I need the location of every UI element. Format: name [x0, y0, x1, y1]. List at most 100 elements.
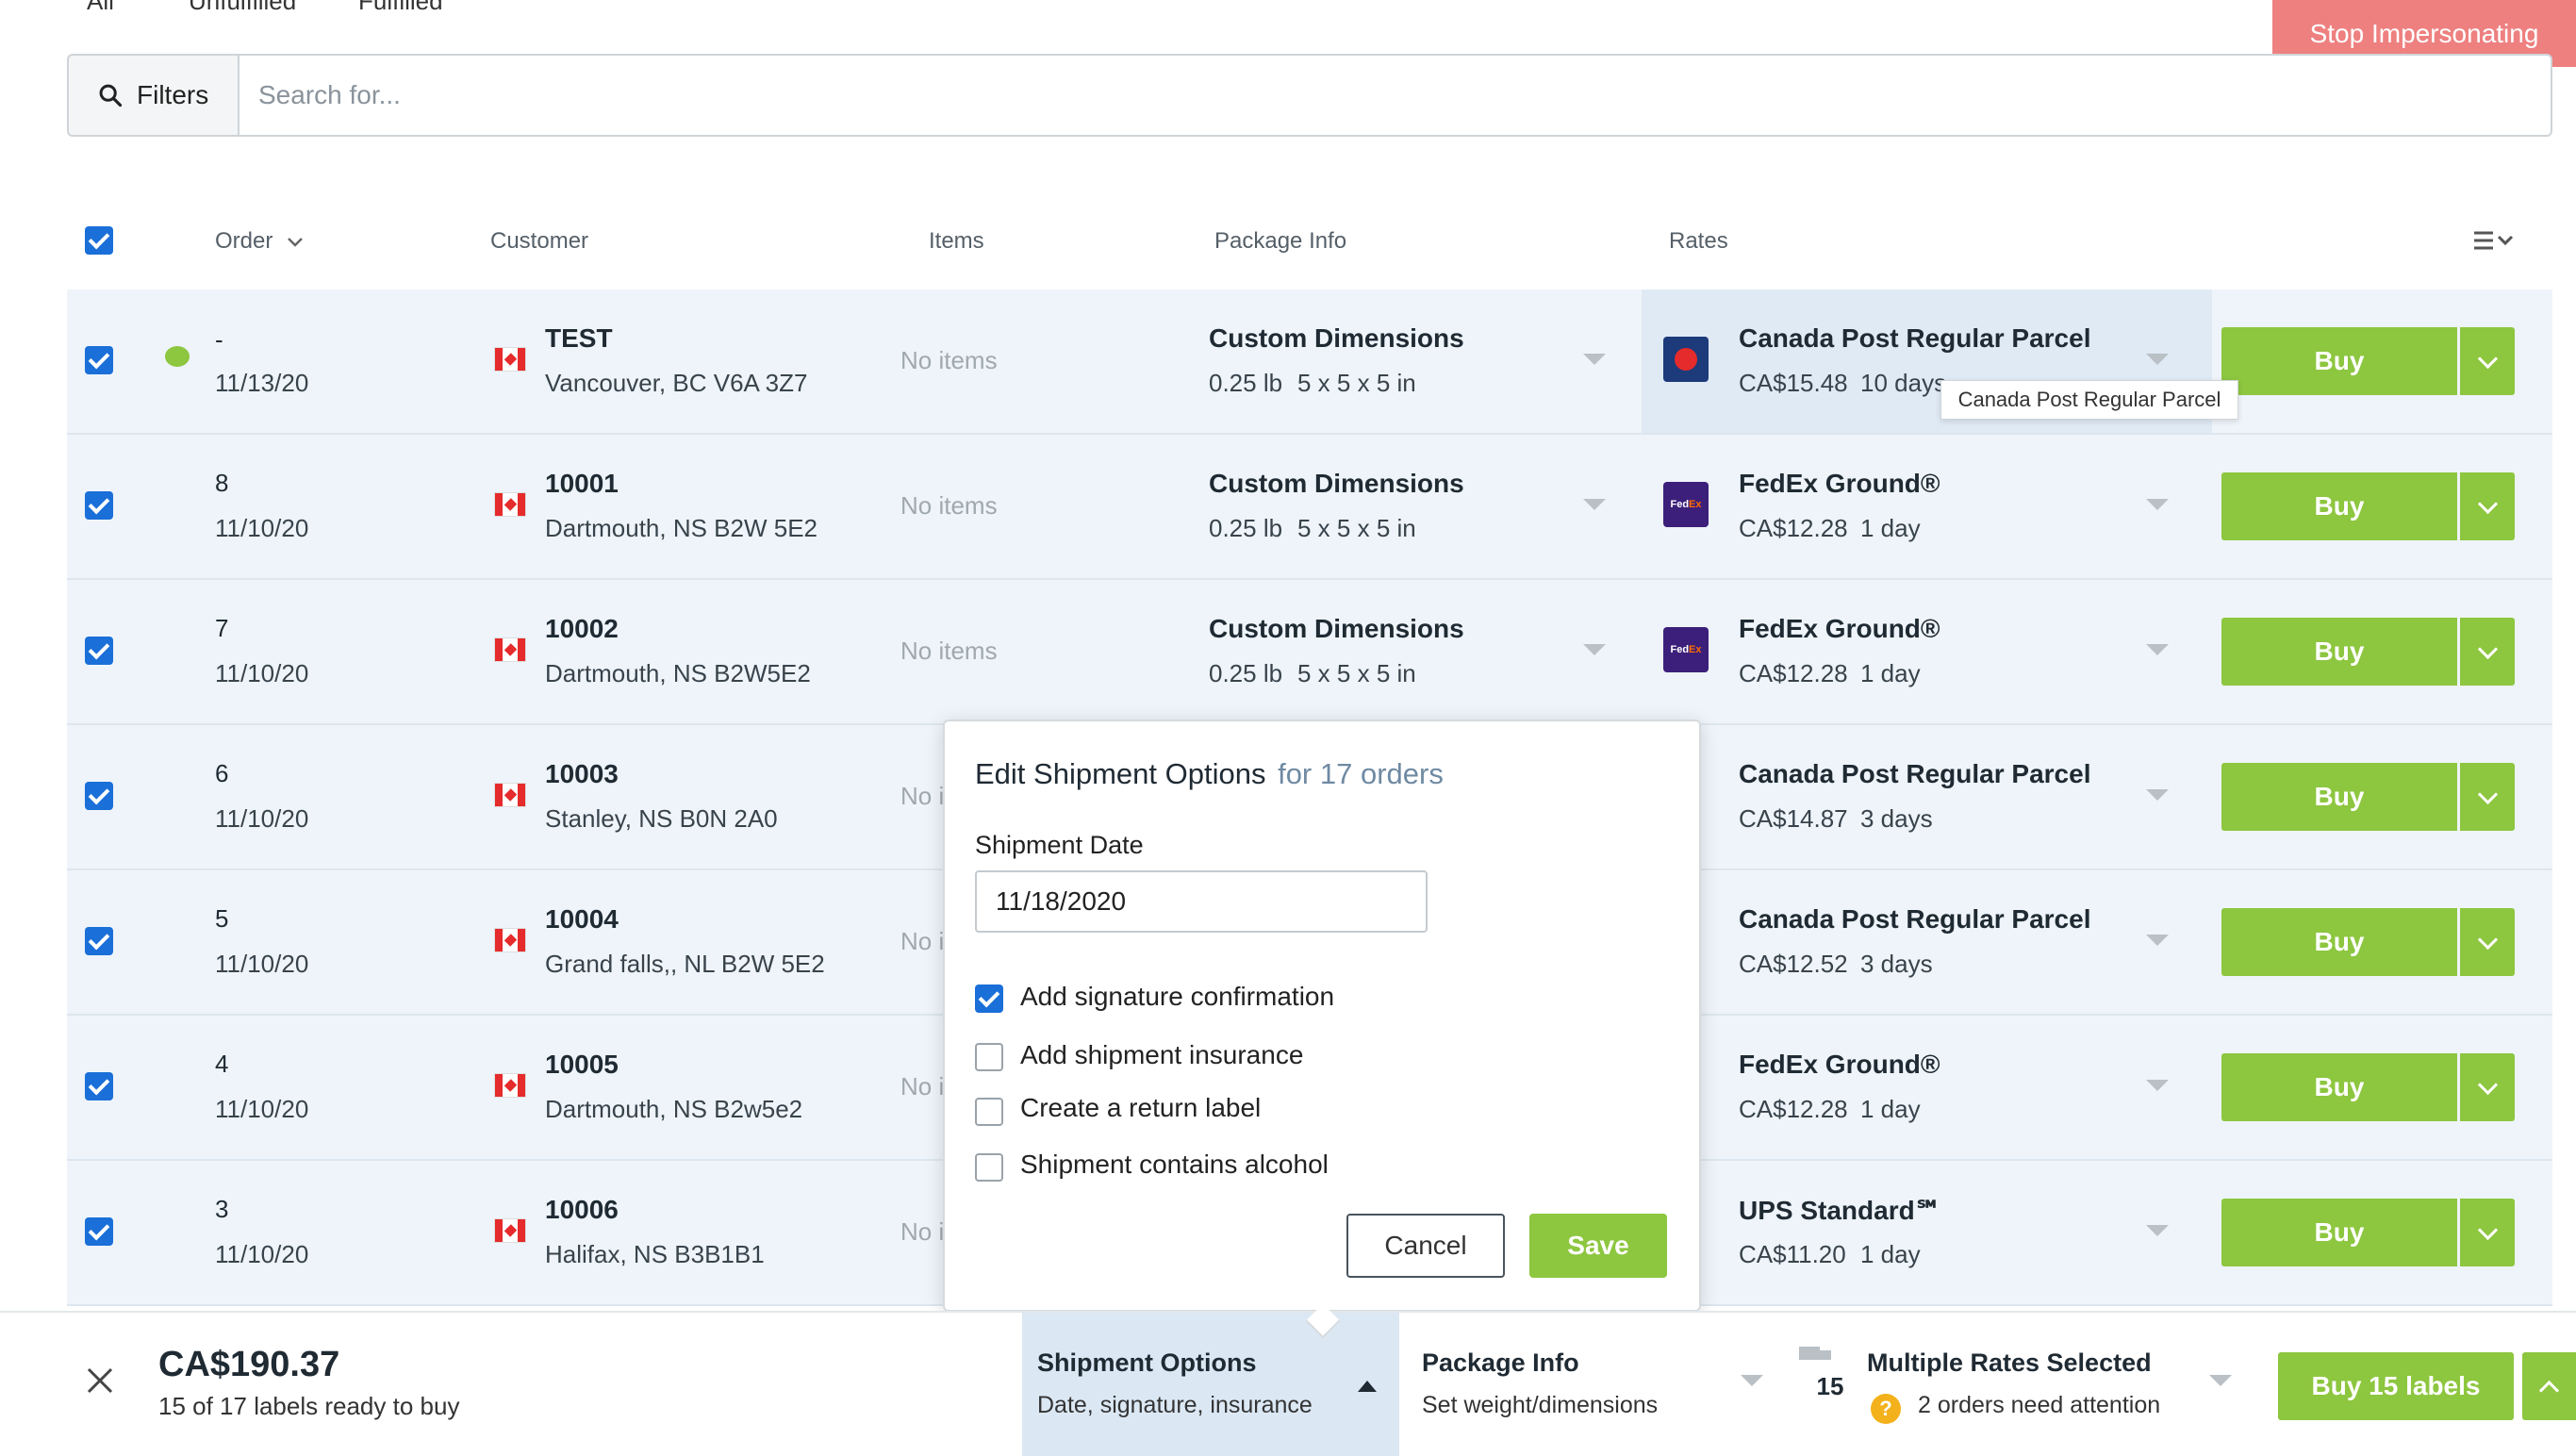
package-weight: 0.25 lb	[1209, 514, 1283, 542]
customer-name: 10003	[545, 759, 619, 788]
canada-flag-icon	[494, 637, 526, 662]
order-number: 3	[215, 1195, 229, 1223]
chevron-down-icon	[2477, 1074, 2498, 1095]
buy-options-button[interactable]	[2460, 1053, 2515, 1121]
rate-dropdown-icon[interactable]	[2146, 644, 2169, 655]
select-all-checkbox[interactable]	[85, 226, 113, 255]
buy-options-button[interactable]	[2460, 327, 2515, 395]
buy-options-button[interactable]	[2460, 1199, 2515, 1266]
rate-price: CA$12.28	[1739, 1095, 1848, 1123]
close-icon[interactable]	[85, 1365, 115, 1396]
shipment-options-tab[interactable]	[1022, 1313, 1399, 1456]
buy-options-button[interactable]	[2460, 908, 2515, 976]
rate-name: Canada Post Regular Parcel	[1739, 904, 2091, 934]
buy-labels-options-button[interactable]	[2522, 1352, 2576, 1420]
signature-option-label[interactable]: Add signature confirmation	[1020, 982, 1334, 1012]
package-dropdown-icon[interactable]	[1583, 499, 1606, 510]
row-checkbox[interactable]	[85, 1072, 113, 1100]
insurance-option-label[interactable]: Add shipment insurance	[1020, 1040, 1303, 1070]
alcohol-option-label[interactable]: Shipment contains alcohol	[1020, 1150, 1329, 1180]
table-row[interactable]: 8 11/10/20 10001 Dartmouth, NS B2W 5E2 N…	[67, 435, 2552, 580]
buy-options-button[interactable]	[2460, 472, 2515, 540]
buy-button[interactable]: Buy	[2221, 1199, 2457, 1266]
chevron-down-icon	[2477, 348, 2498, 369]
buy-button[interactable]: Buy	[2221, 763, 2457, 831]
canada-flag-icon	[494, 1218, 526, 1243]
rate-dropdown-icon[interactable]	[2146, 354, 2169, 365]
buy-button[interactable]: Buy	[2221, 1053, 2457, 1121]
row-checkbox[interactable]	[85, 927, 113, 955]
package-dropdown-icon[interactable]	[1583, 354, 1606, 365]
alcohol-checkbox[interactable]	[975, 1153, 1003, 1182]
row-checkbox[interactable]	[85, 491, 113, 520]
save-button[interactable]: Save	[1529, 1214, 1667, 1278]
rate-dropdown-icon[interactable]	[2146, 935, 2169, 946]
rates-title: Multiple Rates Selected	[1867, 1348, 2152, 1377]
order-header-label: Order	[215, 228, 273, 254]
row-checkbox[interactable]	[85, 637, 113, 665]
package-info-dropdown-icon[interactable]	[1741, 1375, 1763, 1386]
buy-button[interactable]: Buy	[2221, 908, 2457, 976]
order-number: -	[215, 325, 223, 354]
package-title[interactable]: Custom Dimensions	[1209, 323, 1464, 354]
rate-dropdown-icon[interactable]	[2146, 1080, 2169, 1091]
filters-button[interactable]: Filters	[67, 54, 239, 137]
rate-dropdown-icon[interactable]	[2146, 1225, 2169, 1236]
customer-column-header: Customer	[490, 228, 589, 254]
signature-checkbox[interactable]	[975, 984, 1003, 1013]
chevron-up-icon	[2538, 1380, 2560, 1400]
items-value: No i	[900, 1072, 945, 1100]
tab-unfulfilled[interactable]: Unfulfilled	[189, 0, 296, 16]
rate-dropdown-icon[interactable]	[2146, 789, 2169, 801]
row-checkbox[interactable]	[85, 1217, 113, 1246]
insurance-checkbox[interactable]	[975, 1043, 1003, 1071]
order-column-header[interactable]: Order	[215, 228, 304, 255]
buy-button[interactable]: Buy	[2221, 618, 2457, 686]
package-info-subtitle: Set weight/dimensions	[1422, 1392, 1659, 1418]
package-dropdown-icon[interactable]	[1583, 644, 1606, 655]
buy-labels-button[interactable]: Buy 15 labels	[2278, 1352, 2514, 1420]
rates-dropdown-icon[interactable]	[2209, 1375, 2232, 1386]
package-title[interactable]: Custom Dimensions	[1209, 614, 1464, 644]
customer-address: Grand falls,, NL B2W 5E2	[545, 950, 825, 978]
rate-tooltip: Canada Post Regular Parcel	[1940, 380, 2238, 420]
return-label-option-label[interactable]: Create a return label	[1020, 1093, 1261, 1123]
shipment-options-title: Shipment Options	[1037, 1348, 1257, 1377]
table-row[interactable]: 7 11/10/20 10002 Dartmouth, NS B2W5E2 No…	[67, 580, 2552, 725]
canada-flag-icon	[494, 492, 526, 517]
items-value: No i	[900, 927, 945, 955]
rate-dropdown-icon[interactable]	[2146, 499, 2169, 510]
rate-days: 3 days	[1860, 804, 1933, 833]
order-number: 5	[215, 904, 229, 933]
rates-subtitle: 2 orders need attention	[1918, 1392, 2161, 1418]
shipment-date-label: Shipment Date	[975, 831, 1144, 859]
rate-price: CA$15.48	[1739, 369, 1848, 397]
row-checkbox[interactable]	[85, 782, 113, 810]
package-title[interactable]: Custom Dimensions	[1209, 469, 1464, 499]
return-label-checkbox[interactable]	[975, 1098, 1003, 1126]
items-column-header: Items	[929, 228, 984, 254]
buy-options-button[interactable]	[2460, 618, 2515, 686]
buy-button[interactable]: Buy	[2221, 327, 2457, 395]
caret-up-icon[interactable]	[1358, 1381, 1377, 1392]
package-dims: 5 x 5 x 5 in	[1297, 369, 1416, 397]
buy-button[interactable]: Buy	[2221, 472, 2457, 540]
cancel-button[interactable]: Cancel	[1346, 1214, 1505, 1278]
order-number: 8	[215, 469, 229, 497]
row-checkbox[interactable]	[85, 346, 113, 374]
shipment-date-input[interactable]	[975, 870, 1428, 933]
customer-name: 10005	[545, 1050, 619, 1079]
chevron-down-icon	[2477, 638, 2498, 659]
customer-name: 10006	[545, 1195, 619, 1224]
tab-fulfilled[interactable]: Fulfilled	[358, 0, 443, 16]
customer-address: Dartmouth, NS B2W 5E2	[545, 514, 817, 542]
canada-flag-icon	[494, 783, 526, 807]
items-value: No items	[900, 637, 998, 665]
tab-all[interactable]: All	[87, 0, 114, 16]
labels-ready-text: 15 of 17 labels ready to buy	[158, 1392, 460, 1420]
canada-flag-icon	[494, 1073, 526, 1098]
question-icon: ?	[1871, 1394, 1901, 1424]
column-menu-button[interactable]	[2472, 228, 2516, 257]
buy-options-button[interactable]	[2460, 763, 2515, 831]
search-input[interactable]	[238, 54, 2552, 137]
